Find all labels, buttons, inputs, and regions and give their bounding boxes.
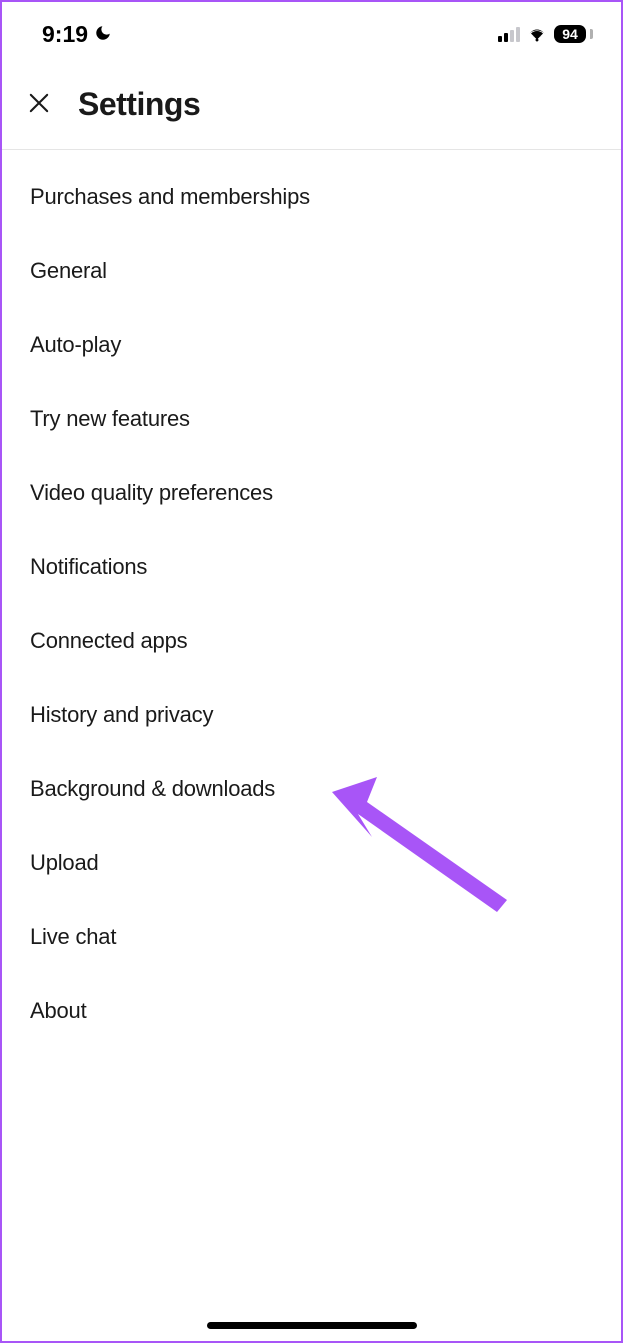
settings-menu: Purchases and memberships General Auto-p… — [2, 150, 621, 1058]
battery-level: 94 — [554, 25, 586, 43]
close-icon — [25, 89, 53, 120]
menu-item-live-chat[interactable]: Live chat — [2, 900, 621, 974]
status-right-group: 94 — [498, 25, 593, 43]
menu-item-try-new-features[interactable]: Try new features — [2, 382, 621, 456]
page-header: Settings — [2, 60, 621, 150]
wifi-icon — [526, 26, 548, 42]
menu-item-background-downloads[interactable]: Background & downloads — [2, 752, 621, 826]
page-title: Settings — [78, 86, 200, 123]
cellular-signal-icon — [498, 26, 520, 42]
menu-item-history-privacy[interactable]: History and privacy — [2, 678, 621, 752]
menu-item-notifications[interactable]: Notifications — [2, 530, 621, 604]
dnd-moon-icon — [94, 21, 112, 48]
menu-item-about[interactable]: About — [2, 974, 621, 1048]
menu-item-purchases[interactable]: Purchases and memberships — [2, 160, 621, 234]
home-indicator[interactable] — [207, 1322, 417, 1329]
status-bar: 9:19 94 — [2, 2, 621, 60]
menu-item-upload[interactable]: Upload — [2, 826, 621, 900]
menu-item-general[interactable]: General — [2, 234, 621, 308]
menu-item-connected-apps[interactable]: Connected apps — [2, 604, 621, 678]
status-time: 9:19 — [42, 21, 88, 48]
menu-item-autoplay[interactable]: Auto-play — [2, 308, 621, 382]
close-button[interactable] — [24, 90, 54, 120]
battery-tip-icon — [590, 29, 593, 39]
menu-item-video-quality[interactable]: Video quality preferences — [2, 456, 621, 530]
status-time-group: 9:19 — [42, 21, 112, 48]
